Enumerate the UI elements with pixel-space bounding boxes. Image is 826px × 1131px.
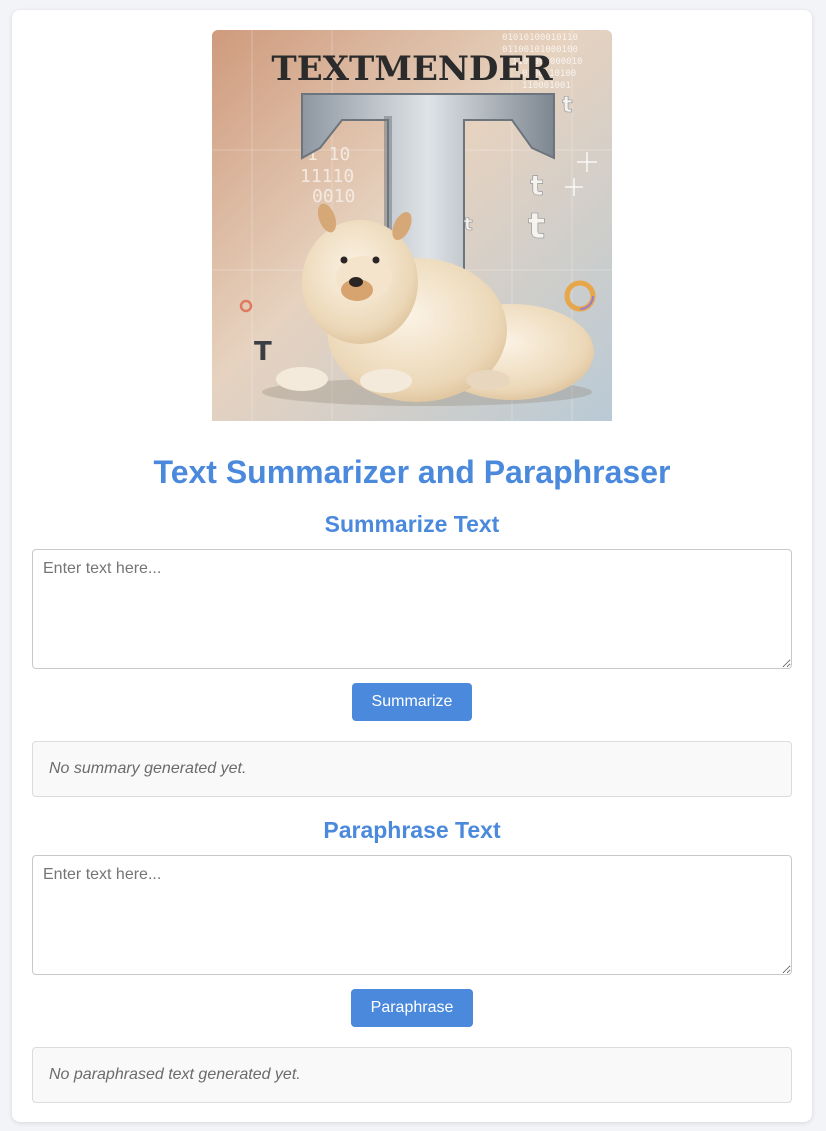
page-title: Text Summarizer and Paraphraser xyxy=(153,454,671,490)
svg-text:t: t xyxy=(562,93,573,118)
summarize-button[interactable]: Summarize xyxy=(352,683,472,721)
main-card: 01010100010110 01100101000100 1101001000… xyxy=(12,10,812,1122)
paraphrase-button[interactable]: Paraphrase xyxy=(351,989,473,1027)
svg-text:0010: 0010 xyxy=(312,186,355,207)
summarize-input[interactable] xyxy=(32,549,792,669)
paraphrase-result: No paraphrased text generated yet. xyxy=(32,1047,792,1103)
paraphrase-heading: Paraphrase Text xyxy=(323,817,501,843)
svg-text:01010100010110: 01010100010110 xyxy=(502,33,578,43)
summarize-heading: Summarize Text xyxy=(324,511,500,537)
summary-result: No summary generated yet. xyxy=(32,741,792,797)
svg-text:t: t xyxy=(528,206,545,247)
hero-logo-text: TEXTMENDER xyxy=(271,49,553,89)
svg-text:11110: 11110 xyxy=(300,166,354,187)
hero-image: 01010100010110 01100101000100 1101001000… xyxy=(212,30,612,421)
svg-text:t: t xyxy=(464,214,473,235)
svg-text:T: T xyxy=(254,337,272,367)
paraphrase-input[interactable] xyxy=(32,855,792,975)
svg-text:t: t xyxy=(530,169,543,202)
